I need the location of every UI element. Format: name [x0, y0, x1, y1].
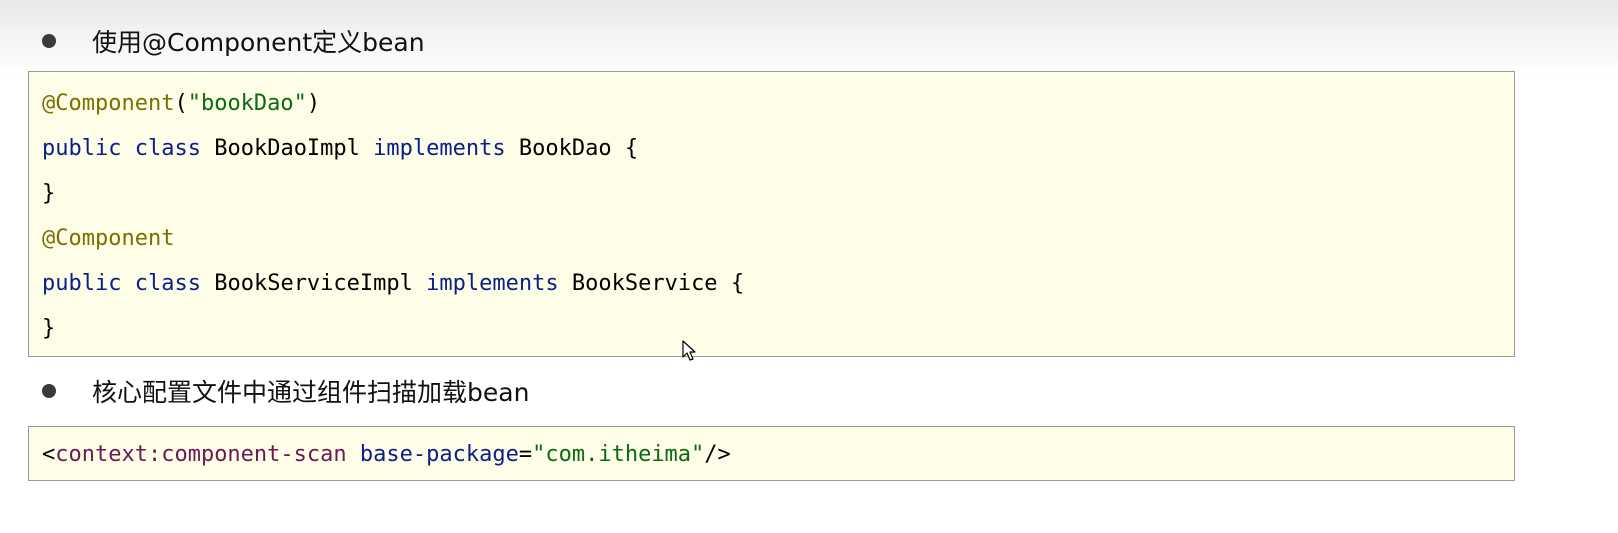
bullet-dot-icon [42, 34, 56, 48]
annotation: @Component [42, 91, 175, 116]
code-line-5: public class BookServiceImpl implements … [42, 271, 745, 296]
xml-attribute-value: "com.itheima" [532, 442, 705, 467]
code-line-1: @Component("bookDao") [42, 91, 321, 116]
annotation: @Component [42, 226, 175, 251]
code-line-4: @Component [42, 216, 1514, 261]
bullet-item-component-scan: 核心配置文件中通过组件扫描加载bean [0, 369, 1618, 413]
class-name: BookDaoImpl [214, 136, 360, 161]
xml-attribute-name: base-package [359, 442, 519, 467]
bullet-item-component: 使用@Component定义bean [0, 19, 1618, 63]
mouse-pointer-icon [682, 340, 696, 361]
xml-code-line: <context:component-scan base-package="co… [42, 442, 731, 467]
interface-name: BookService [571, 271, 718, 296]
interface-name: BookDao [518, 136, 612, 161]
code-line-6: } [42, 316, 56, 341]
xml-tag-name: context:component-scan [55, 442, 347, 467]
class-name: BookServiceImpl [214, 271, 413, 296]
code-line-2: public class BookDaoImpl implements Book… [42, 136, 639, 161]
java-code-block: @Component("bookDao") public class BookD… [28, 71, 1515, 357]
bullet-text: 核心配置文件中通过组件扫描加载bean [92, 378, 530, 407]
bullet-dot-icon [42, 384, 56, 398]
code-line-3: } [42, 181, 56, 206]
string-literal: "bookDao" [187, 91, 307, 116]
xml-code-block: <context:component-scan base-package="co… [28, 426, 1515, 481]
bullet-text: 使用@Component定义bean [92, 28, 425, 57]
